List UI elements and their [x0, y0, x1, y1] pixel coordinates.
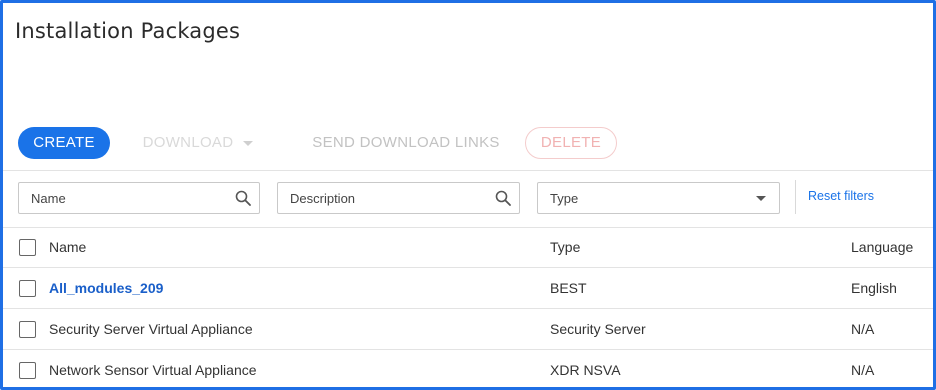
package-type: Security Server: [550, 321, 646, 337]
package-language: N/A: [851, 321, 875, 337]
name-filter-placeholder: Name: [31, 191, 66, 206]
table-row: Security Server Virtual Appliance Securi…: [3, 309, 933, 350]
chevron-down-icon: [756, 196, 766, 201]
send-download-links-button[interactable]: SEND DOWNLOAD LINKS: [311, 127, 501, 159]
row-checkbox[interactable]: [19, 280, 36, 297]
description-filter-input[interactable]: Description: [277, 182, 520, 214]
description-filter-placeholder: Description: [290, 191, 356, 206]
package-type: BEST: [550, 280, 587, 296]
column-header-language[interactable]: Language: [851, 239, 913, 255]
row-checkbox[interactable]: [19, 362, 36, 379]
package-type: XDR NSVA: [550, 362, 621, 378]
download-button[interactable]: DOWNLOAD: [138, 127, 258, 159]
chevron-down-icon: [243, 140, 254, 146]
table-header-row: Name Type Language: [3, 227, 933, 268]
package-language: N/A: [851, 362, 875, 378]
package-language: English: [851, 280, 897, 296]
create-button[interactable]: CREATE: [18, 127, 110, 159]
search-icon[interactable]: [495, 190, 511, 206]
table-row: Network Sensor Virtual Appliance XDR NSV…: [3, 350, 933, 387]
search-icon[interactable]: [235, 190, 251, 206]
divider: [3, 170, 933, 171]
column-header-type[interactable]: Type: [550, 239, 580, 255]
type-filter-select[interactable]: Type: [537, 182, 780, 214]
column-header-name[interactable]: Name: [49, 239, 86, 255]
row-checkbox[interactable]: [19, 321, 36, 338]
installation-packages-panel: Installation Packages CREATE DOWNLOAD SE…: [0, 0, 936, 390]
package-name[interactable]: Network Sensor Virtual Appliance: [49, 362, 257, 378]
type-filter-placeholder: Type: [550, 191, 579, 206]
package-name[interactable]: Security Server Virtual Appliance: [49, 321, 253, 337]
toolbar: CREATE DOWNLOAD SEND DOWNLOAD LINKS DELE…: [18, 127, 918, 159]
download-label: DOWNLOAD: [142, 134, 234, 151]
page-title: Installation Packages: [15, 19, 241, 43]
name-filter-input[interactable]: Name: [18, 182, 260, 214]
package-name-link[interactable]: All_modules_209: [49, 280, 163, 296]
filter-separator: [795, 180, 796, 214]
reset-filters-link[interactable]: Reset filters: [808, 189, 874, 203]
select-all-checkbox[interactable]: [19, 239, 36, 256]
filters-bar: Name Description Type Reset filters: [18, 180, 918, 216]
delete-button[interactable]: DELETE: [525, 127, 617, 159]
packages-table: Name Type Language All_modules_209 BEST …: [3, 227, 933, 387]
table-row: All_modules_209 BEST English: [3, 268, 933, 309]
